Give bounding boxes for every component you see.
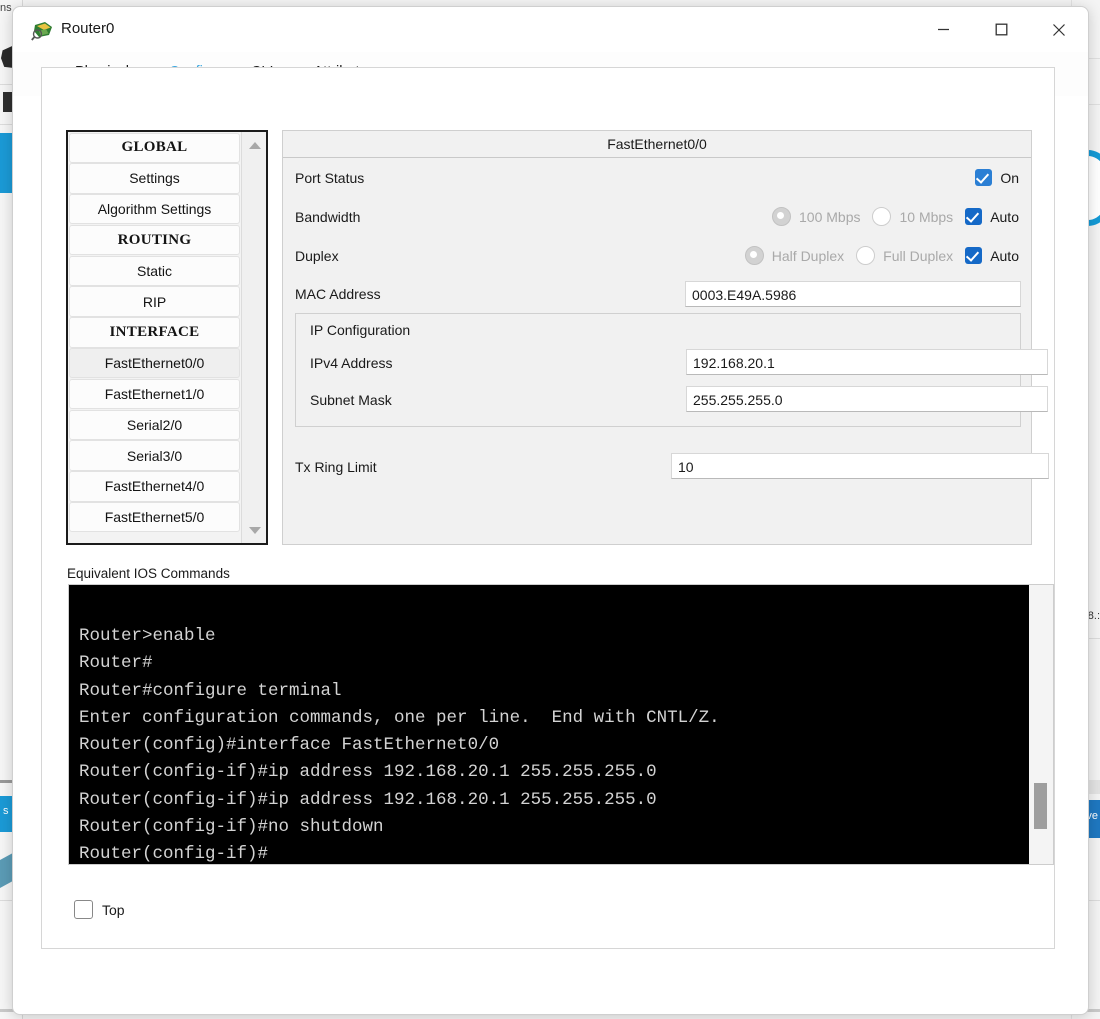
ios-commands-label: Equivalent IOS Commands <box>67 566 230 581</box>
console-line: Router(config)#interface FastEthernet0/0 <box>79 735 500 756</box>
port-status-controls: On <box>975 158 1019 197</box>
console-line: Router(config-if)# <box>79 844 269 864</box>
bandwidth-100mbps-label: 100 Mbps <box>799 208 861 225</box>
bandwidth-label: Bandwidth <box>295 208 361 225</box>
bandwidth-100mbps-radio[interactable] <box>772 207 791 226</box>
sidebar-item-routing: ROUTING <box>69 224 240 256</box>
window-footer: Top <box>42 882 1054 948</box>
background-left-text: ns <box>0 2 12 14</box>
minimize-icon <box>937 28 949 31</box>
duplex-controls: Half Duplex Full Duplex Auto <box>744 236 1019 275</box>
port-status-on-label: On <box>1000 169 1019 186</box>
ios-console[interactable]: Router>enable Router# Router#configure ter… <box>69 585 1029 864</box>
console-line: Enter configuration commands, one per li… <box>79 707 720 728</box>
top-checkbox-group[interactable]: Top <box>74 900 125 919</box>
console-line: Router(config-if)#no shutdown <box>79 817 384 838</box>
bandwidth-auto-label: Auto <box>990 208 1019 225</box>
close-icon <box>1053 23 1065 36</box>
ios-console-wrapper: Router>enable Router# Router#configure ter… <box>68 584 1054 865</box>
sidebar-item-interface: INTERFACE <box>69 317 240 348</box>
bandwidth-row: Bandwidth 100 Mbps 10 Mbps Auto <box>295 197 1019 236</box>
interface-panel-title: FastEthernet0/0 <box>283 131 1031 158</box>
sidebar-item-algorithm-settings[interactable]: Algorithm Settings <box>69 194 240 225</box>
mac-address-label: MAC Address <box>295 286 381 302</box>
sidebar-item-settings[interactable]: Settings <box>69 163 240 194</box>
sidebar-item-serial2-0[interactable]: Serial2/0 <box>69 409 240 440</box>
console-line: Router>enable <box>79 626 216 646</box>
sidebar-item-fastethernet5-0[interactable]: FastEthernet5/0 <box>69 502 240 533</box>
duplex-auto-label: Auto <box>990 247 1019 264</box>
ipv4-address-field[interactable]: 192.168.20.1 <box>686 349 1048 375</box>
window-titlebar[interactable]: Router0 <box>13 7 1088 52</box>
sidebar-scrollbar[interactable] <box>241 132 266 543</box>
duplex-label: Duplex <box>295 247 339 264</box>
interface-config-body: Port Status On Bandwidth 100 Mbps 10 Mbp… <box>283 158 1031 315</box>
window-controls <box>914 7 1088 52</box>
bandwidth-auto-checkbox[interactable] <box>965 208 983 225</box>
duplex-full-label: Full Duplex <box>883 247 954 264</box>
subnet-mask-field[interactable]: 255.255.255.0 <box>686 386 1048 412</box>
sidebar-item-static[interactable]: Static <box>69 255 240 286</box>
port-status-row: Port Status On <box>295 158 1019 197</box>
top-checkbox[interactable] <box>74 900 93 919</box>
maximize-button[interactable] <box>972 7 1030 52</box>
ipv4-address-label: IPv4 Address <box>310 355 393 371</box>
ipv4-address-row: IPv4 Address 192.168.20.1 <box>310 349 1048 379</box>
sidebar-item-rip[interactable]: RIP <box>69 286 240 317</box>
background-right-text: 8.: <box>1087 610 1100 622</box>
duplex-auto-checkbox[interactable] <box>965 247 983 264</box>
sidebar-item-serial3-0[interactable]: Serial3/0 <box>69 440 240 471</box>
tx-ring-limit-field[interactable]: 10 <box>671 453 1049 479</box>
console-line: Router#configure terminal <box>79 680 342 701</box>
console-line: Router(config-if)#ip address 192.168.20.… <box>79 789 657 810</box>
mac-address-field[interactable]: 0003.E49A.5986 <box>685 281 1021 307</box>
tx-ring-limit-label: Tx Ring Limit <box>295 459 377 475</box>
router-config-window: Router0 PhysicalConfigCLIAttributes <box>12 6 1089 1015</box>
subnet-mask-row: Subnet Mask 255.255.255.0 <box>310 386 1048 416</box>
ip-configuration-group: IP Configuration IPv4 Address 192.168.20… <box>295 313 1048 427</box>
sidebar-item-fastethernet1-0[interactable]: FastEthernet1/0 <box>69 378 240 410</box>
close-button[interactable] <box>1030 7 1088 52</box>
config-content-card: GLOBAL Settings Algorithm Settings ROUTING S… <box>41 67 1055 949</box>
sidebar-item-fastethernet4-0[interactable]: FastEthernet4/0 <box>69 471 240 502</box>
bandwidth-10mbps-radio[interactable] <box>872 207 892 226</box>
subnet-mask-label: Subnet Mask <box>310 392 392 408</box>
port-status-on-checkbox[interactable] <box>975 169 993 186</box>
sidebar-list: GLOBAL Settings Algorithm Settings ROUTING S… <box>68 132 241 543</box>
tx-ring-limit-row: Tx Ring Limit 10 <box>295 453 1049 483</box>
mac-address-row: MAC Address 0003.E49A.5986 <box>295 275 1021 315</box>
ip-configuration-title: IP Configuration <box>310 322 411 338</box>
port-status-label: Port Status <box>295 169 365 186</box>
sidebar-item-fastethernet0-0[interactable]: FastEthernet0/0 <box>69 348 240 379</box>
minimize-button[interactable] <box>914 7 972 52</box>
duplex-row: Duplex Half Duplex Full Duplex Auto <box>295 236 1019 275</box>
bandwidth-10mbps-label: 10 Mbps <box>899 208 954 225</box>
packet-tracer-icon <box>31 22 52 41</box>
duplex-half-label: Half Duplex <box>771 247 845 264</box>
duplex-half-radio[interactable] <box>744 246 764 265</box>
interface-config-panel: FastEthernet0/0 Port Status On Bandwidth… <box>282 130 1049 545</box>
scroll-down-arrow[interactable] <box>242 519 267 541</box>
top-checkbox-label: Top <box>102 901 125 918</box>
duplex-full-radio[interactable] <box>856 246 876 265</box>
bandwidth-controls: 100 Mbps 10 Mbps Auto <box>772 197 1019 236</box>
console-line: Router# <box>79 653 153 674</box>
scroll-up-arrow[interactable] <box>242 134 267 156</box>
window-title: Router0 <box>61 20 115 37</box>
console-line: Router(config-if)#ip address 192.168.20.… <box>79 762 657 783</box>
config-sidebar: GLOBAL Settings Algorithm Settings ROUTING S… <box>66 130 268 545</box>
maximize-icon <box>995 23 1007 36</box>
sidebar-item-global: GLOBAL <box>69 132 240 163</box>
console-scrollbar-thumb[interactable] <box>1034 783 1047 829</box>
console-scrollbar[interactable] <box>1029 585 1053 864</box>
